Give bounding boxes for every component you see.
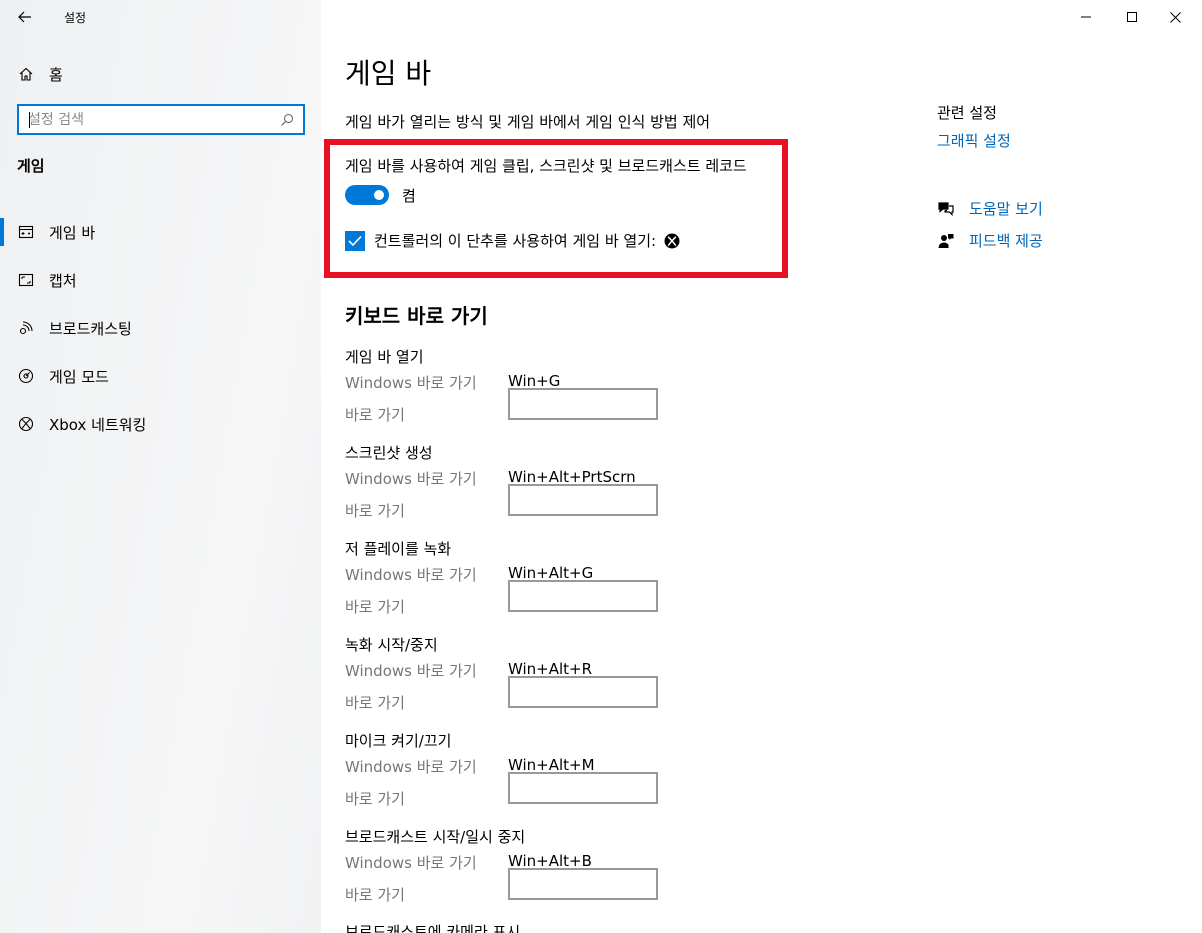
close-button[interactable]	[1152, 0, 1198, 34]
page-description: 게임 바가 열리는 방식 및 게임 바에서 게임 인식 방법 제어	[345, 113, 711, 131]
shortcut-title: 저 플레이를 녹화	[345, 540, 452, 558]
home-icon	[18, 66, 34, 82]
back-arrow-icon	[18, 11, 31, 23]
search-icon[interactable]	[277, 110, 297, 130]
app-title: 설정	[64, 11, 87, 25]
game-mode-icon	[17, 367, 35, 385]
get-help-label: 도움말 보기	[969, 200, 1043, 218]
sidebar: 설정 홈 게임	[0, 0, 321, 933]
custom-shortcut-label: 바로 가기	[345, 694, 405, 712]
titlebar-left: 설정	[0, 0, 321, 34]
feedback-link[interactable]: 피드백 제공	[937, 230, 1043, 251]
home-label: 홈	[49, 65, 63, 84]
windows-shortcut-label: Windows 바로 가기	[345, 470, 477, 488]
sidebar-item-label: 캡처	[49, 271, 77, 290]
selected-indicator	[0, 218, 4, 246]
shortcut-title-cutoff: 브로드캐스트에 카메라 표시	[345, 923, 521, 933]
xbox-icon	[17, 415, 35, 433]
text-caret	[29, 112, 30, 128]
search-input[interactable]	[19, 106, 277, 133]
get-help-link[interactable]: 도움말 보기	[937, 198, 1043, 219]
custom-shortcut-label: 바로 가기	[345, 598, 405, 616]
shortcut-title: 스크린샷 생성	[345, 444, 433, 462]
windows-shortcut-label: Windows 바로 가기	[345, 854, 477, 872]
shortcut-title: 마이크 켜기/끄기	[345, 732, 452, 750]
shortcut-title: 녹화 시작/중지	[345, 636, 438, 654]
help-chat-icon	[937, 200, 955, 218]
windows-shortcut-label: Windows 바로 가기	[345, 566, 477, 584]
custom-shortcut-input[interactable]	[508, 868, 658, 900]
custom-shortcut-input[interactable]	[508, 388, 658, 420]
maximize-icon	[1127, 12, 1137, 22]
windows-shortcut-label: Windows 바로 가기	[345, 662, 477, 680]
search-box[interactable]	[17, 104, 305, 135]
back-button[interactable]	[10, 4, 40, 30]
sidebar-item-xbox-networking[interactable]: Xbox 네트워킹	[0, 400, 321, 448]
custom-shortcut-label: 바로 가기	[345, 886, 405, 904]
capture-icon	[17, 271, 35, 289]
minimize-button[interactable]	[1063, 0, 1109, 34]
game-bar-icon	[17, 223, 35, 241]
sidebar-item-capture[interactable]: 캡처	[0, 256, 321, 304]
windows-shortcut-label: Windows 바로 가기	[345, 758, 477, 776]
custom-shortcut-label: 바로 가기	[345, 502, 405, 520]
related-settings-title: 관련 설정	[937, 104, 997, 122]
custom-shortcut-input[interactable]	[508, 580, 658, 612]
windows-shortcut-label: Windows 바로 가기	[345, 374, 477, 392]
sidebar-item-label: Xbox 네트워킹	[49, 415, 147, 434]
broadcast-icon	[17, 319, 35, 337]
custom-shortcut-label: 바로 가기	[345, 406, 405, 424]
highlight-annotation	[324, 139, 788, 278]
custom-shortcut-input[interactable]	[508, 676, 658, 708]
sidebar-item-label: 게임 바	[49, 223, 96, 242]
sidebar-item-broadcasting[interactable]: 브로드캐스팅	[0, 304, 321, 352]
custom-shortcut-label: 바로 가기	[345, 790, 405, 808]
shortcut-title: 게임 바 열기	[345, 348, 424, 366]
shortcut-title: 브로드캐스트 시작/일시 중지	[345, 828, 526, 846]
graphics-settings-link[interactable]: 그래픽 설정	[937, 130, 1011, 151]
page-title: 게임 바	[345, 57, 432, 90]
custom-shortcut-input[interactable]	[508, 484, 658, 516]
minimize-icon	[1081, 16, 1091, 18]
custom-shortcut-input[interactable]	[508, 772, 658, 804]
keyboard-shortcuts-title: 키보드 바로 가기	[345, 304, 488, 328]
feedback-label: 피드백 제공	[969, 232, 1043, 250]
maximize-button[interactable]	[1109, 0, 1155, 34]
close-icon	[1169, 11, 1181, 23]
feedback-person-icon	[937, 232, 955, 250]
sidebar-item-label: 브로드캐스팅	[49, 319, 132, 338]
sidebar-item-label: 게임 모드	[49, 367, 109, 386]
sidebar-item-game-bar[interactable]: 게임 바	[0, 208, 321, 256]
sidebar-home[interactable]: 홈	[0, 58, 321, 90]
sidebar-nav: 게임 바 캡처 브로드캐스팅 게임 모드 Xbox 네트워킹	[0, 208, 321, 448]
sidebar-item-game-mode[interactable]: 게임 모드	[0, 352, 321, 400]
sidebar-section-title: 게임	[17, 157, 45, 175]
